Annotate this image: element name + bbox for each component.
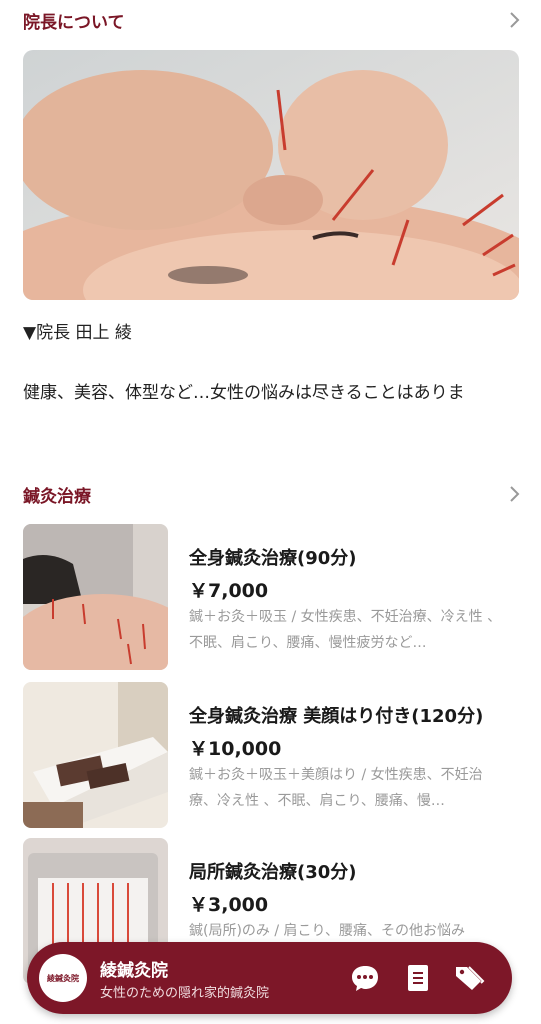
menu-item-image — [23, 682, 168, 828]
menu-item-price: ￥10,000 — [189, 738, 282, 760]
shop-subtitle: 女性のための隠れ家的鍼灸院 — [100, 986, 270, 1001]
menu-item-title: 全身鍼灸治療 美顔はり付き(120分) — [189, 706, 484, 727]
menu-item-description: 鍼＋お灸＋吸玉 / 女性疾患、不妊治療、冷え性 、不眠、肩こり、腰痛、慢性疲労な… — [189, 609, 502, 651]
menu-document-icon[interactable] — [402, 962, 434, 994]
director-photo — [23, 50, 519, 300]
shop-name: 綾鍼灸院 — [100, 961, 168, 981]
menu-item-price: ￥7,000 — [189, 580, 269, 602]
shop-logo-text: 綾鍼灸院 — [47, 973, 79, 983]
menu-item-title: 局所鍼灸治療(30分) — [189, 862, 357, 883]
chat-bubble-icon[interactable] — [349, 962, 381, 994]
chevron-right-icon[interactable] — [509, 484, 521, 504]
shop-logo: 綾鍼灸院 — [39, 954, 87, 1002]
treatment-section-header[interactable]: 鍼灸治療 — [23, 476, 521, 512]
tag-coupon-icon[interactable] — [453, 962, 485, 994]
menu-item-price: ￥3,000 — [189, 894, 269, 916]
menu-item-description: 鍼＋お灸＋吸玉＋美顔はり / 女性疾患、不妊治療、冷え性 、不眠、肩こり、腰痛、… — [189, 767, 483, 809]
about-section-header[interactable]: 院長について — [23, 2, 521, 38]
about-section-title: 院長について — [23, 12, 125, 33]
menu-item-image — [23, 524, 168, 670]
menu-item[interactable]: 全身鍼灸治療 美顔はり付き(120分) ￥10,000 鍼＋お灸＋吸玉＋美顔はり… — [23, 682, 519, 828]
director-name: ▼院長 田上 綾 — [23, 323, 132, 343]
director-intro: 健康、美容、体型など…女性の悩みは尽きることはありま — [23, 383, 465, 403]
chevron-right-icon[interactable] — [509, 10, 521, 30]
menu-item-description: 鍼(局所)のみ / 肩こり、腰痛、その他お悩み — [189, 923, 465, 939]
treatment-section-title: 鍼灸治療 — [23, 486, 91, 507]
menu-item[interactable]: 全身鍼灸治療(90分) ￥7,000 鍼＋お灸＋吸玉 / 女性疾患、不妊治療、冷… — [23, 524, 519, 670]
menu-item-title: 全身鍼灸治療(90分) — [189, 548, 357, 569]
shop-bottom-bar[interactable]: 綾鍼灸院 綾鍼灸院 女性のための隠れ家的鍼灸院 — [27, 942, 512, 1014]
